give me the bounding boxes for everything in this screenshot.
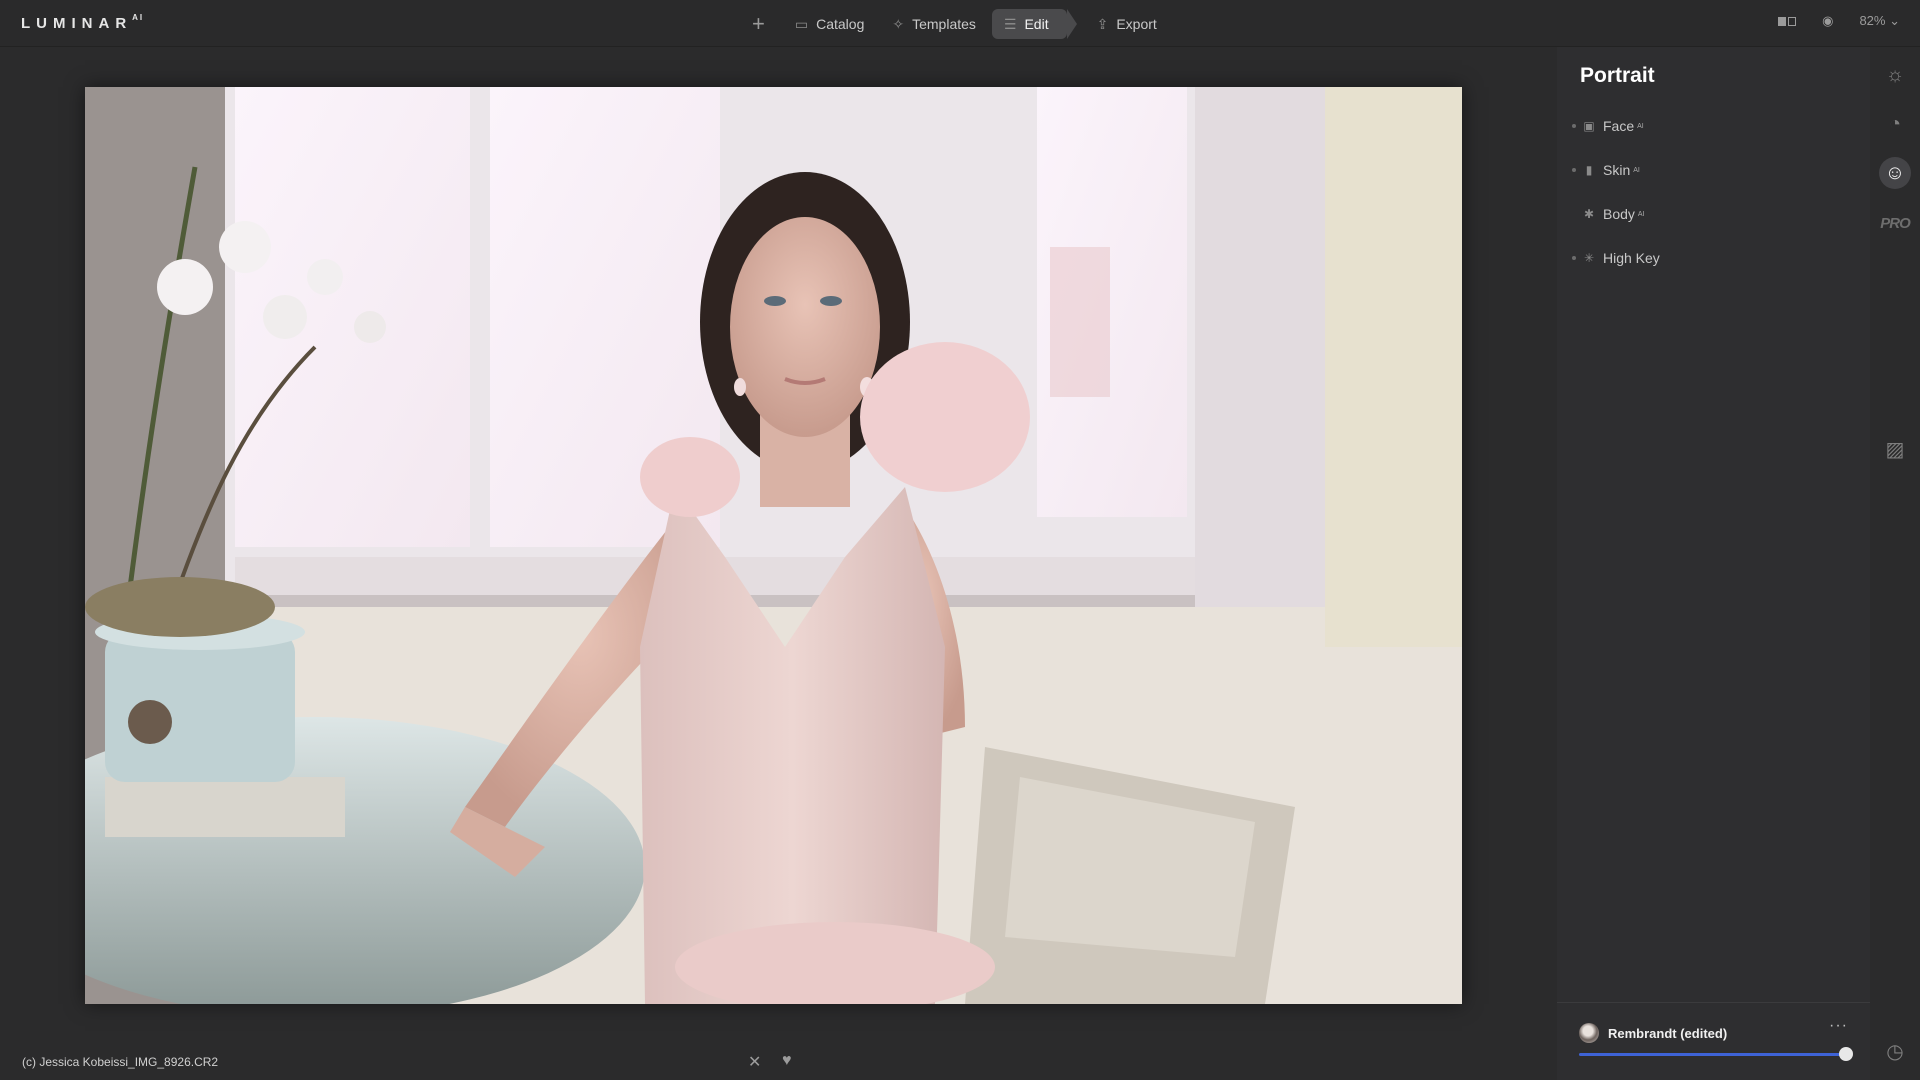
tool-body[interactable]: ✱ Body AI bbox=[1572, 206, 1645, 222]
tool-high-key-label: High Key bbox=[1603, 250, 1660, 266]
history-icon[interactable]: ◷ bbox=[1879, 1035, 1911, 1067]
portrait-photo bbox=[85, 87, 1462, 1004]
eye-icon[interactable]: ◉ bbox=[1822, 13, 1833, 29]
share-icon: ⇪ bbox=[1096, 15, 1109, 32]
add-icon[interactable]: + bbox=[740, 11, 777, 37]
tool-face-label: Face bbox=[1603, 118, 1635, 134]
category-rail: ☼ ◔ ☺ PRO ▨ ◷ bbox=[1870, 47, 1920, 1080]
top-bar: LUMINARAI + ▭ Catalog ✧ Templates ☰ Edit… bbox=[0, 0, 1920, 47]
preset-thumbnail[interactable] bbox=[1579, 1023, 1599, 1043]
view-controls: ◉ 82% ⌄ bbox=[1752, 13, 1900, 29]
tab-templates-label: Templates bbox=[912, 16, 976, 32]
tool-active-dot bbox=[1572, 124, 1576, 128]
zoom-select[interactable]: 82% ⌄ bbox=[1859, 13, 1900, 29]
tool-face[interactable]: ▣ Face AI bbox=[1572, 118, 1644, 134]
tab-edit[interactable]: ☰ Edit bbox=[991, 9, 1077, 39]
ai-badge: AI bbox=[1637, 210, 1645, 218]
tab-catalog[interactable]: ▭ Catalog bbox=[783, 9, 877, 39]
skin-bottle-icon: ▮ bbox=[1585, 163, 1593, 177]
body-figure-icon: ✱ bbox=[1583, 207, 1595, 221]
photo-canvas[interactable] bbox=[85, 87, 1462, 1004]
tools-panel: Portrait ▣ Face AI ▮ Skin AI ✱ Body AI ✳ Hi… bbox=[1557, 47, 1870, 1080]
compare-icon[interactable] bbox=[1778, 16, 1797, 26]
slider-thumb[interactable] bbox=[1839, 1047, 1853, 1061]
tab-catalog-label: Catalog bbox=[816, 16, 865, 32]
sparkle-icon: ✧ bbox=[892, 15, 905, 32]
preset-name: Rembrandt (edited) bbox=[1608, 1026, 1728, 1041]
panel-title: Portrait bbox=[1580, 64, 1655, 87]
tab-templates[interactable]: ✧ Templates bbox=[880, 9, 988, 39]
pro-badge[interactable]: PRO bbox=[1879, 207, 1911, 239]
preset-section: Rembrandt (edited) ··· bbox=[1557, 1002, 1870, 1080]
tab-export[interactable]: ⇪ Export bbox=[1085, 9, 1169, 39]
tool-skin[interactable]: ▮ Skin AI bbox=[1572, 162, 1640, 178]
tab-export-label: Export bbox=[1116, 16, 1157, 32]
tool-body-label: Body bbox=[1603, 206, 1635, 222]
smile-icon[interactable]: ☺ bbox=[1879, 157, 1911, 189]
zoom-value: 82% bbox=[1859, 13, 1886, 28]
tool-high-key[interactable]: ✳ High Key bbox=[1572, 250, 1660, 266]
main-nav: + ▭ Catalog ✧ Templates ☰ Edit ⇪ Export bbox=[740, 9, 1173, 39]
sliders-icon: ☰ bbox=[1003, 15, 1017, 32]
tool-active-dot bbox=[1572, 256, 1576, 260]
preset-amount-slider[interactable] bbox=[1579, 1053, 1845, 1056]
pro-label: PRO bbox=[1880, 214, 1910, 232]
reject-icon[interactable]: ✕ bbox=[748, 1052, 761, 1072]
more-options-icon[interactable]: ··· bbox=[1829, 1017, 1848, 1035]
palette-icon[interactable]: ◔ bbox=[1879, 108, 1911, 140]
frame-icon[interactable]: ▨ bbox=[1879, 433, 1911, 465]
high-key-icon: ✳ bbox=[1583, 251, 1595, 265]
tool-skin-label: Skin bbox=[1603, 162, 1631, 178]
tab-edit-label: Edit bbox=[1024, 16, 1049, 32]
app-logo: LUMINARAI bbox=[21, 13, 145, 32]
folder-icon: ▭ bbox=[794, 15, 809, 32]
ai-badge: AI bbox=[1637, 122, 1644, 130]
face-frame-icon: ▣ bbox=[1583, 119, 1595, 133]
ai-badge: AI bbox=[1633, 166, 1640, 174]
sun-icon[interactable]: ☼ bbox=[1879, 59, 1911, 91]
favorite-heart-icon[interactable]: ♥ bbox=[782, 1052, 792, 1070]
tool-active-dot bbox=[1572, 168, 1576, 172]
tool-inactive-dot bbox=[1572, 212, 1576, 216]
filename-label: (c) Jessica Kobeissi_IMG_8926.CR2 bbox=[22, 1055, 219, 1069]
